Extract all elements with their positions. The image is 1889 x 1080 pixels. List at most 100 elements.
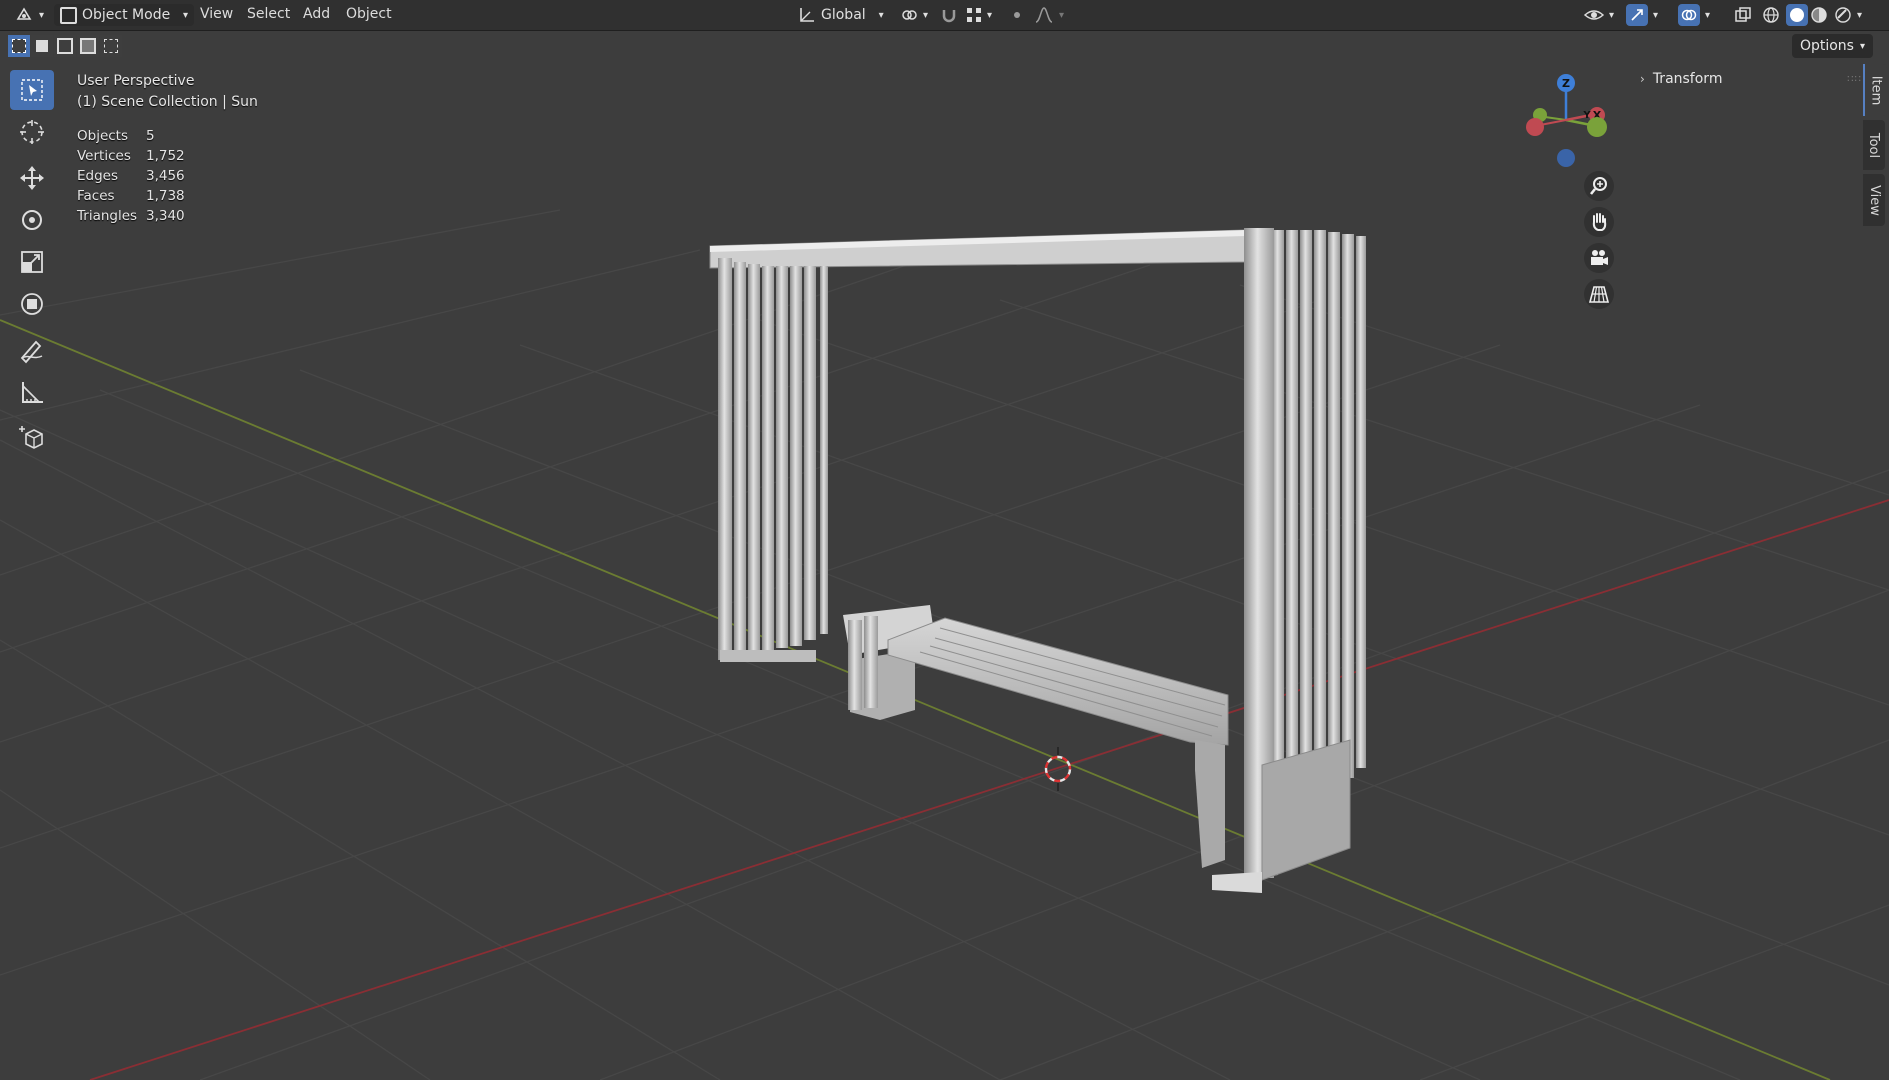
viewport-editor-icon xyxy=(16,7,32,20)
gizmo-icon xyxy=(1626,4,1648,26)
menu-select[interactable]: Select xyxy=(247,6,290,22)
chevron-down-icon: ▾ xyxy=(1653,9,1659,21)
viewport-header: ▾ Object Mode ▾ View Select Add Object G… xyxy=(0,0,1889,31)
overlays-icon xyxy=(1678,4,1700,26)
viewport-info: User Perspective (1) Scene Collection | … xyxy=(77,71,258,113)
falloff-curve-icon xyxy=(1035,7,1053,23)
snap-toggle[interactable] xyxy=(940,4,958,26)
annotate-tool[interactable] xyxy=(10,330,54,370)
stat-value: 5 xyxy=(146,128,155,144)
eye-icon xyxy=(1584,10,1604,20)
select-box-icon xyxy=(21,79,43,101)
chevron-down-icon: ▾ xyxy=(182,9,188,21)
stat-row: Objects 5 xyxy=(77,126,185,146)
gizmo-z[interactable]: Z xyxy=(1557,74,1575,92)
stat-value: 1,738 xyxy=(146,188,185,204)
gizmo-neg-x[interactable] xyxy=(1526,118,1544,136)
orientation-label: Global xyxy=(821,7,866,23)
mode-dropdown[interactable]: Object Mode ▾ xyxy=(54,4,194,26)
transform-panel-header[interactable]: › Transform ∷∷ xyxy=(1640,66,1862,92)
select-extend-icon[interactable] xyxy=(31,35,53,57)
stat-value: 3,456 xyxy=(146,168,185,184)
shading-solid-button[interactable] xyxy=(1786,4,1808,26)
chevron-down-icon: ▾ xyxy=(1609,9,1615,21)
rotate-icon xyxy=(22,210,42,230)
shading-rendered-button[interactable]: ▾ xyxy=(1834,4,1862,26)
ruler-icon xyxy=(22,382,43,403)
magnet-icon xyxy=(942,10,956,23)
rotate-tool[interactable] xyxy=(10,200,54,240)
xray-icon xyxy=(1735,7,1751,22)
camera-view-button[interactable] xyxy=(1584,243,1614,273)
select-box-tool[interactable] xyxy=(10,70,54,110)
toggle-perspective-button[interactable] xyxy=(1584,279,1614,309)
active-collection: (1) Scene Collection | Sun xyxy=(77,94,258,110)
chevron-down-icon: ▾ xyxy=(987,9,993,21)
tab-item[interactable]: Item xyxy=(1863,64,1887,116)
chevron-down-icon: ▾ xyxy=(1059,9,1065,21)
sidebar-tabs: Item Tool View xyxy=(1863,64,1887,230)
solid-shading-icon xyxy=(1786,4,1808,26)
proportional-editing-icon xyxy=(1014,12,1020,18)
chevron-down-icon: ▾ xyxy=(39,9,45,21)
navigation-gizmo[interactable]: X Y Z xyxy=(1510,68,1620,173)
pencil-icon xyxy=(20,340,43,364)
cursor-tool[interactable] xyxy=(10,112,54,152)
select-invert-icon[interactable] xyxy=(77,35,99,57)
stat-row: Edges 3,456 xyxy=(77,166,185,186)
overlays-toggle[interactable]: ▾ xyxy=(1678,4,1710,26)
tab-item-label: Item xyxy=(1868,75,1884,105)
proportional-falloff-dropdown[interactable]: ▾ xyxy=(1034,4,1064,26)
selection-mode-group xyxy=(8,35,122,57)
visibility-dropdown[interactable]: ▾ xyxy=(1584,4,1614,26)
tab-tool[interactable]: Tool xyxy=(1863,120,1885,170)
stat-value: 1,752 xyxy=(146,148,185,164)
gizmo-neg-z[interactable] xyxy=(1557,149,1575,167)
select-intersect-icon[interactable] xyxy=(100,35,122,57)
stat-row: Faces 1,738 xyxy=(77,186,185,206)
chevron-right-icon: › xyxy=(1640,72,1645,86)
select-subtract-icon[interactable] xyxy=(54,35,76,57)
tab-view-label: View xyxy=(1866,184,1882,216)
stat-label: Faces xyxy=(77,188,115,204)
tab-view[interactable]: View xyxy=(1863,174,1885,226)
chevron-down-icon: ▾ xyxy=(1857,9,1863,21)
transform-icon xyxy=(21,293,43,315)
pivot-point-dropdown[interactable]: ▾ xyxy=(900,4,928,26)
select-new-icon[interactable] xyxy=(8,35,30,57)
menu-add[interactable]: Add xyxy=(303,6,330,22)
transform-orientation-dropdown[interactable]: Global ▾ xyxy=(798,4,884,26)
editor-type-button[interactable]: ▾ xyxy=(14,4,44,26)
zoom-button[interactable] xyxy=(1584,171,1614,201)
shading-wireframe-button[interactable] xyxy=(1762,4,1780,26)
snap-target-dropdown[interactable]: ▾ xyxy=(966,4,992,26)
xray-toggle[interactable] xyxy=(1734,4,1752,26)
scale-icon xyxy=(21,251,43,273)
measure-tool[interactable] xyxy=(10,372,54,412)
move-tool[interactable] xyxy=(10,158,54,198)
cursor-icon xyxy=(20,120,44,144)
menu-view[interactable]: View xyxy=(200,6,233,22)
pivot-point-icon xyxy=(902,10,917,20)
scale-tool[interactable] xyxy=(10,242,54,282)
mode-label: Object Mode xyxy=(82,7,171,23)
gizmo-toggle[interactable]: ▾ xyxy=(1626,4,1658,26)
rendered-shading-icon xyxy=(1835,7,1851,23)
stat-label: Triangles xyxy=(77,208,138,224)
options-dropdown[interactable]: Options ▾ xyxy=(1791,34,1873,58)
hand-icon xyxy=(1592,213,1607,231)
proportional-editing-toggle[interactable] xyxy=(1008,4,1026,26)
menu-object[interactable]: Object xyxy=(346,6,392,22)
stat-row: Vertices 1,752 xyxy=(77,146,185,166)
object-mode-icon xyxy=(60,6,77,24)
snap-grid-icon xyxy=(967,8,981,22)
shading-material-button[interactable] xyxy=(1810,4,1828,26)
tool-shelf xyxy=(10,70,56,460)
add-cube-tool[interactable] xyxy=(10,418,54,458)
stat-value: 3,340 xyxy=(146,208,185,224)
drag-handle-icon[interactable]: ∷∷ xyxy=(1847,74,1862,85)
transform-tool[interactable] xyxy=(10,284,54,324)
pan-button[interactable] xyxy=(1584,207,1614,237)
orientation-axes-icon xyxy=(800,8,814,22)
tab-tool-label: Tool xyxy=(1866,132,1882,158)
